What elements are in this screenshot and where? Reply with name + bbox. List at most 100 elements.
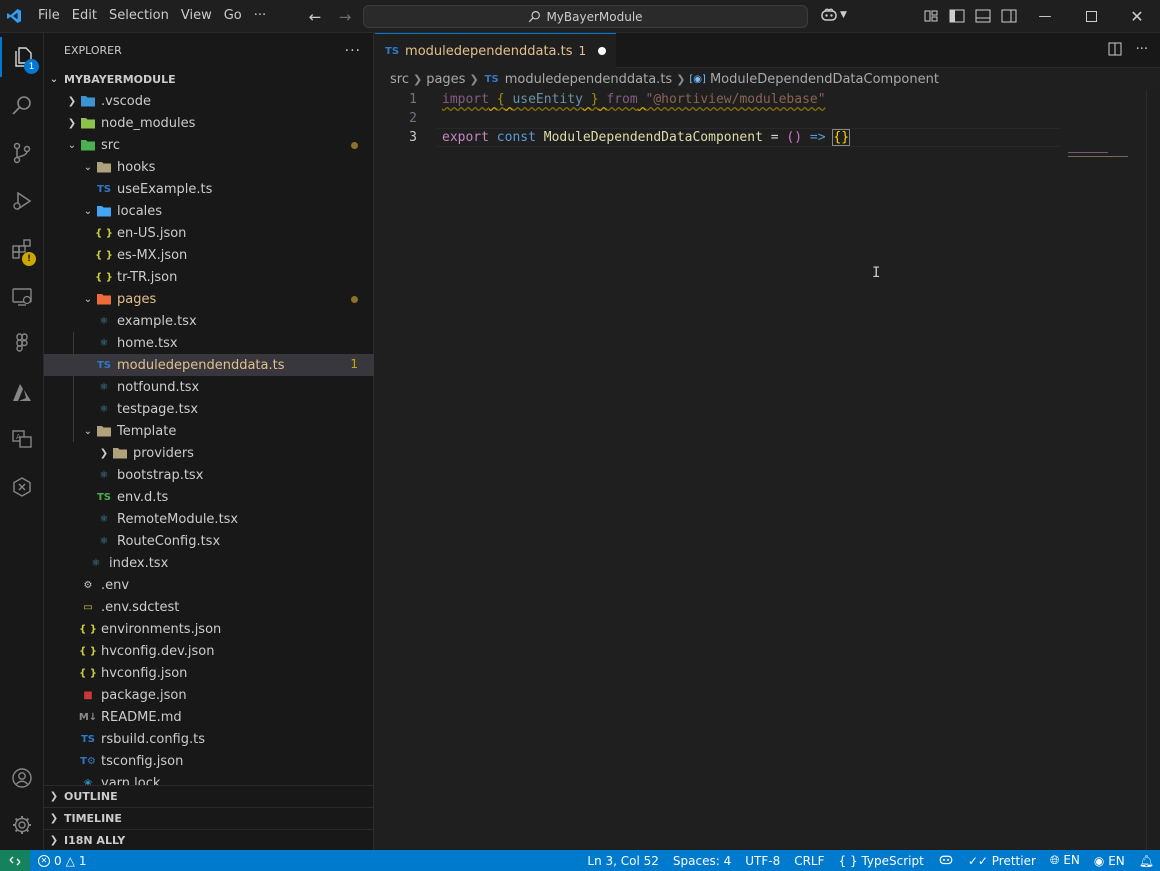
- tree-file[interactable]: ⚛ notfound.tsx: [44, 376, 374, 398]
- source-control-icon[interactable]: [0, 133, 44, 173]
- toggle-primary-sidebar-icon[interactable]: [948, 7, 966, 25]
- tree-item-label: providers: [133, 445, 194, 461]
- outline-label: OUTLINE: [64, 790, 118, 803]
- notifications-bell-icon[interactable]: 🔔︎: [1139, 854, 1154, 868]
- tab-moduledependenddata[interactable]: TS moduledependenddata.ts 1: [375, 33, 617, 68]
- code-editor[interactable]: 1 2 3 import { useEntity } from "@hortiv…: [375, 90, 1160, 850]
- split-editor-icon[interactable]: [1108, 42, 1122, 60]
- language-indicator-1[interactable]: 🌐︎ EN: [1050, 853, 1080, 868]
- copilot-status-icon[interactable]: [938, 853, 954, 869]
- encoding[interactable]: UTF-8: [745, 854, 780, 868]
- modified-dot-icon: [351, 142, 358, 149]
- copilot-menu-button[interactable]: ▼: [820, 7, 847, 23]
- manage-gear-icon[interactable]: [0, 805, 44, 845]
- tree-folder[interactable]: ⌄ hooks: [44, 156, 374, 178]
- tree-file[interactable]: ⚛ index.tsx: [44, 552, 374, 574]
- command-center-search[interactable]: MyBayerModule: [363, 5, 808, 28]
- unsaved-dot-icon[interactable]: [598, 47, 607, 55]
- minimize-icon[interactable]: —: [1022, 0, 1068, 32]
- timeline-section[interactable]: ❯ TIMELINE: [44, 807, 374, 829]
- workspace-root[interactable]: ⌄ MYBAYERMODULE: [44, 68, 374, 90]
- language-mode[interactable]: { } TypeScript: [839, 854, 924, 868]
- tree-file[interactable]: ⚛ bootstrap.tsx: [44, 464, 374, 486]
- breadcrumb-src[interactable]: src: [390, 72, 409, 87]
- outline-section[interactable]: ❯ OUTLINE: [44, 785, 374, 807]
- menu-file[interactable]: File: [32, 5, 66, 27]
- tree-file[interactable]: ⚛ example.tsx: [44, 310, 374, 332]
- svg-text:A: A: [16, 433, 21, 441]
- close-icon[interactable]: ✕: [1114, 0, 1160, 32]
- tree-folder[interactable]: ❯ providers: [44, 442, 374, 464]
- tree-folder[interactable]: ⌄ Template: [44, 420, 374, 442]
- tree-file[interactable]: TS useExample.ts: [44, 178, 374, 200]
- accounts-icon[interactable]: [0, 758, 44, 798]
- toggle-secondary-sidebar-icon[interactable]: [1000, 7, 1018, 25]
- tree-file[interactable]: { } tr-TR.json: [44, 266, 374, 288]
- tree-file[interactable]: TS moduledependenddata.ts 1: [44, 354, 374, 376]
- tree-file[interactable]: { } es-MX.json: [44, 244, 374, 266]
- azure-icon[interactable]: [0, 373, 44, 413]
- more-actions-icon[interactable]: ···: [345, 43, 361, 59]
- tree-folder[interactable]: ❯ node_modules: [44, 112, 374, 134]
- tree-file[interactable]: { } hvconfig.dev.json: [44, 640, 374, 662]
- tree-folder[interactable]: ⌄ pages: [44, 288, 374, 310]
- remote-indicator-icon[interactable]: [0, 850, 30, 871]
- tree-item-label: index.tsx: [109, 555, 169, 571]
- customize-layout-icon[interactable]: [922, 7, 940, 25]
- code-line-1: import { useEntity } from "@hortiview/mo…: [442, 92, 826, 107]
- indentation[interactable]: Spaces: 4: [673, 854, 731, 868]
- back-arrow-icon[interactable]: ←: [304, 6, 326, 28]
- tree-folder[interactable]: ⌄ locales: [44, 200, 374, 222]
- problems-indicator[interactable]: ✕ 0 △ 1: [30, 854, 87, 868]
- tree-file[interactable]: { } hvconfig.json: [44, 662, 374, 684]
- breadcrumb-pages[interactable]: pages: [426, 72, 465, 87]
- tree-item-label: tsconfig.json: [101, 753, 184, 769]
- extensions-icon[interactable]: !: [0, 229, 44, 269]
- tree-file[interactable]: ▭ .env.sdctest: [44, 596, 374, 618]
- breadcrumb-file[interactable]: moduledependenddata.ts: [505, 72, 672, 87]
- menu-edit[interactable]: Edit: [66, 5, 103, 27]
- tree-file[interactable]: { } environments.json: [44, 618, 374, 640]
- prettier-status[interactable]: ✓✓ Prettier: [968, 854, 1036, 868]
- minimap[interactable]: [1068, 147, 1148, 157]
- tree-file[interactable]: ⚛ RouteConfig.tsx: [44, 530, 374, 552]
- explorer-icon[interactable]: 1: [0, 37, 44, 77]
- tree-file[interactable]: ⚛ home.tsx: [44, 332, 374, 354]
- tree-folder[interactable]: ❯ .vscode: [44, 90, 374, 112]
- remote-explorer-icon[interactable]: [0, 277, 44, 317]
- menu-more[interactable]: ···: [248, 5, 272, 27]
- menu-view[interactable]: View: [175, 5, 218, 27]
- tree-file[interactable]: TS rsbuild.config.ts: [44, 728, 374, 750]
- search-icon[interactable]: [0, 85, 44, 125]
- gitlens-icon[interactable]: [0, 467, 44, 507]
- maximize-icon[interactable]: [1068, 0, 1114, 32]
- cursor-position[interactable]: Ln 3, Col 52: [587, 854, 659, 868]
- explorer-sidebar: EXPLORER ··· ⌄ MYBAYERMODULE ❯ .vscode ❯ no…: [44, 33, 374, 850]
- i18n-ally-section[interactable]: ❯ I18N ALLY: [44, 829, 374, 851]
- toggle-panel-icon[interactable]: [974, 7, 992, 25]
- menu-go[interactable]: Go: [218, 5, 248, 27]
- figma-icon[interactable]: [0, 323, 44, 363]
- more-actions-icon[interactable]: ···: [1136, 42, 1148, 60]
- forward-arrow-icon[interactable]: →: [334, 6, 356, 28]
- tree-file[interactable]: { } en-US.json: [44, 222, 374, 244]
- breadcrumb-symbol[interactable]: ModuleDependendDataComponent: [710, 72, 939, 87]
- tree-file[interactable]: ⚛ testpage.tsx: [44, 398, 374, 420]
- menu-selection[interactable]: Selection: [103, 5, 175, 27]
- tree-file[interactable]: M↓ README.md: [44, 706, 374, 728]
- tree-file[interactable]: ⚙ .env: [44, 574, 374, 596]
- tree-file[interactable]: T⚙ tsconfig.json: [44, 750, 374, 772]
- tree-file[interactable]: ❀ yarn.lock: [44, 772, 374, 787]
- editor-area: TS moduledependenddata.ts 1 ··· src ❯ pa…: [375, 33, 1160, 850]
- language-indicator-2[interactable]: ◉ EN: [1094, 854, 1125, 868]
- tree-file[interactable]: TS env.d.ts: [44, 486, 374, 508]
- variable-symbol-icon: [◉]: [689, 73, 706, 85]
- run-debug-icon[interactable]: [0, 181, 44, 221]
- i18n-ally-icon[interactable]: A: [0, 419, 44, 459]
- end-of-line[interactable]: CRLF: [794, 854, 824, 868]
- tree-file[interactable]: ■ package.json: [44, 684, 374, 706]
- tree-folder[interactable]: ⌄ src: [44, 134, 374, 156]
- vertical-scrollbar[interactable]: [1146, 90, 1160, 850]
- react-file-icon: ⚛: [99, 403, 109, 415]
- tree-file[interactable]: ⚛ RemoteModule.tsx: [44, 508, 374, 530]
